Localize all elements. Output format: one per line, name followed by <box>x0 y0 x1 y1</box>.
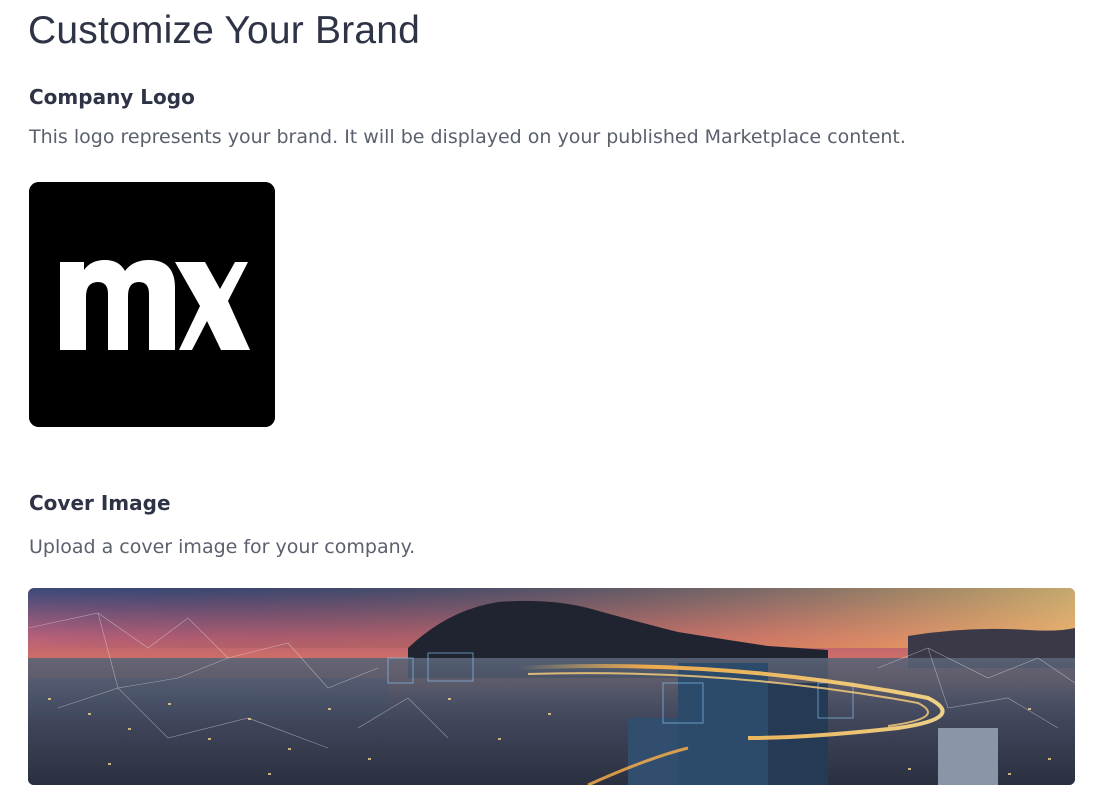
company-logo-heading: Company Logo <box>29 85 195 109</box>
company-logo-image[interactable] <box>29 182 275 427</box>
mx-logo-icon <box>29 182 275 427</box>
cover-image[interactable] <box>28 588 1075 785</box>
cover-image-heading: Cover Image <box>29 491 171 515</box>
city-skyline-image <box>28 588 1075 785</box>
cover-image-description: Upload a cover image for your company. <box>29 536 416 558</box>
page-title: Customize Your Brand <box>28 9 421 52</box>
company-logo-description: This logo represents your brand. It will… <box>29 126 906 148</box>
